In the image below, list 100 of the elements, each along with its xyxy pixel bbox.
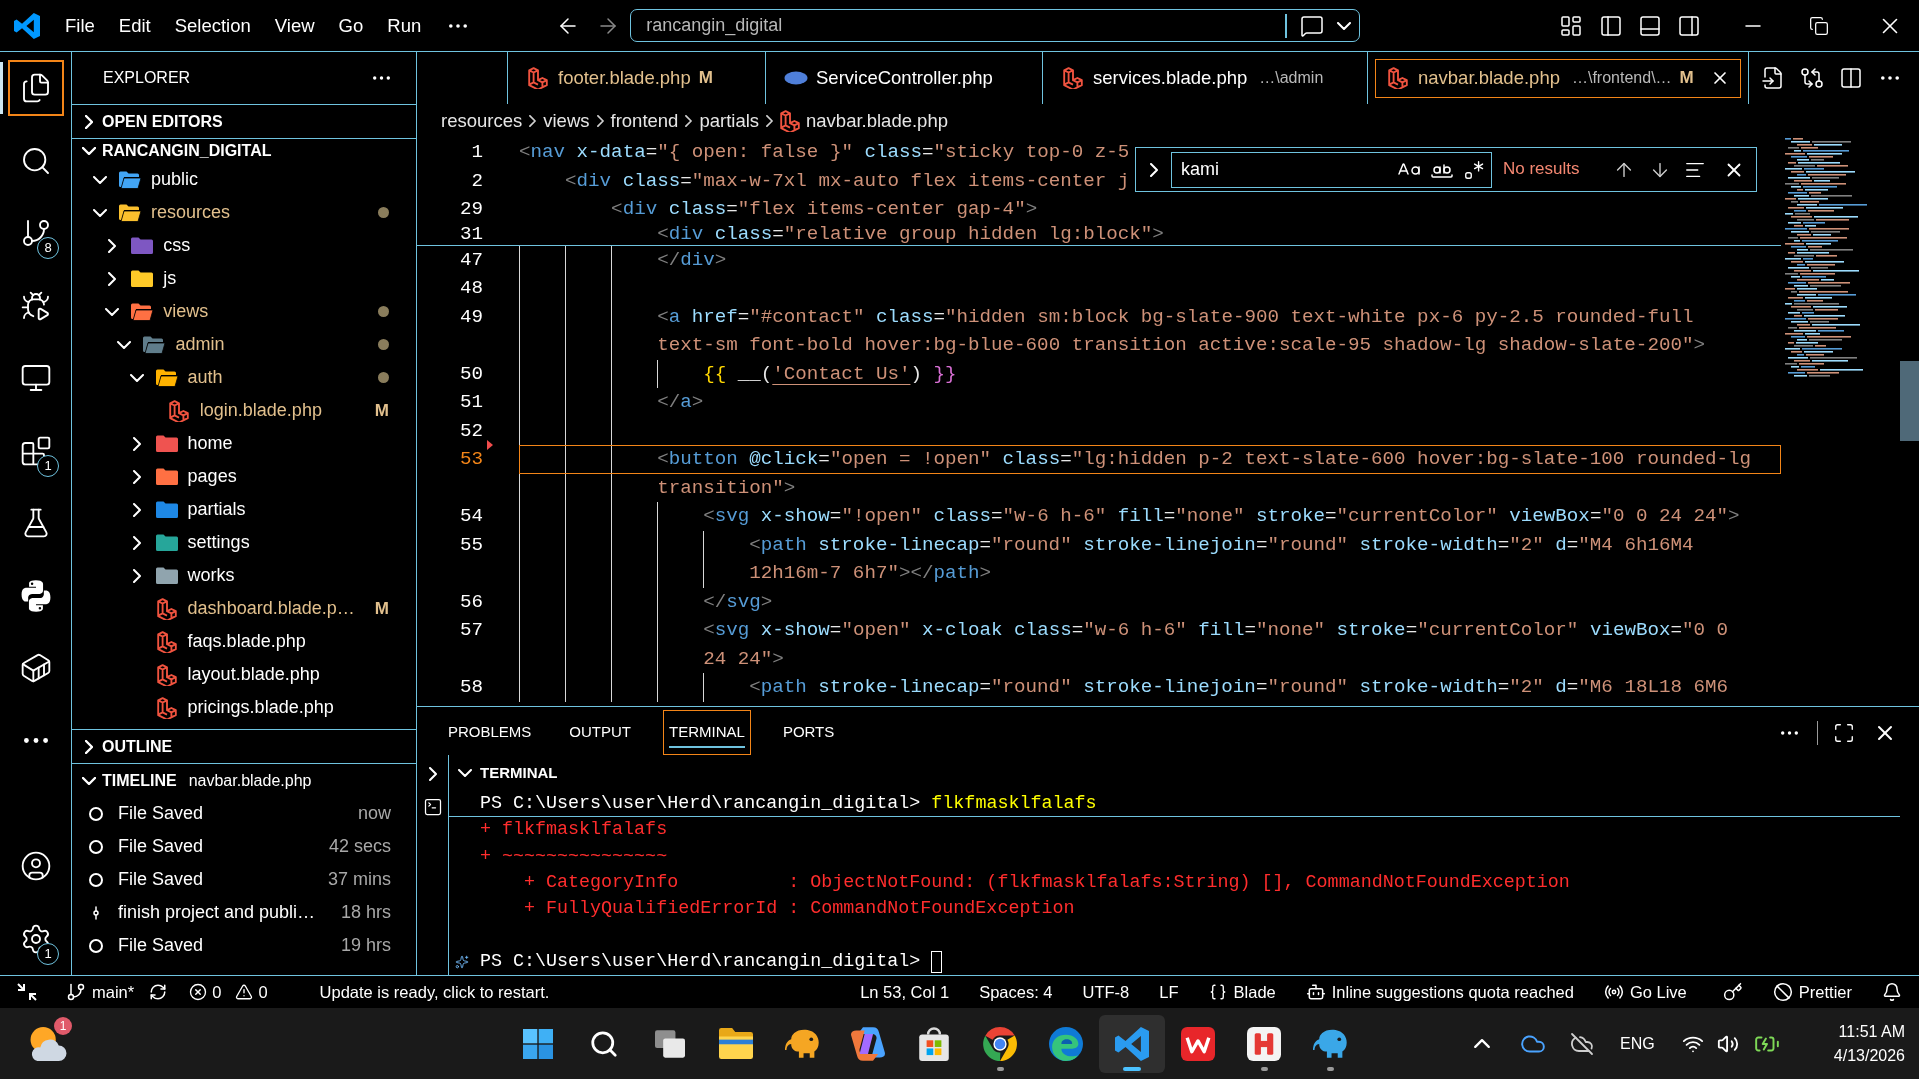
tree-item[interactable]: works	[72, 559, 416, 592]
maximize-icon[interactable]	[1833, 721, 1855, 744]
compare-arrows-icon[interactable]	[1800, 66, 1824, 90]
editor-tab[interactable]: ServiceController.php	[773, 58, 1035, 98]
status-item[interactable]: main*	[66, 979, 135, 1005]
chevron-down-icon[interactable]	[1337, 21, 1352, 30]
find-input[interactable]: kami	[1171, 151, 1492, 188]
tree-item[interactable]: auth	[72, 361, 416, 394]
status-item[interactable]: Update is ready, click to restart.	[319, 979, 550, 1005]
section-header[interactable]: TIMELINE navbar.blade.php	[72, 763, 416, 797]
menu-item[interactable]: View	[262, 8, 327, 43]
breadcrumb-item[interactable]: views	[543, 107, 590, 135]
timeline-item[interactable]: File Saved now	[72, 797, 416, 830]
panel-tab[interactable]: PROBLEMS	[442, 710, 538, 755]
command-center[interactable]: rancangin_digital	[630, 9, 1361, 42]
chat-icon[interactable]	[1300, 13, 1325, 38]
status-item[interactable]: Blade	[1208, 979, 1276, 1005]
status-item[interactable]: 0 0	[189, 979, 268, 1005]
more-icon	[23, 738, 48, 744]
timeline-item[interactable]: File Saved 42 secs	[72, 830, 416, 863]
status-item[interactable]: Prettier	[1772, 979, 1852, 1005]
clock-time[interactable]: 11:51 AM	[1838, 1019, 1905, 1044]
input-language[interactable]: ENG	[1620, 1031, 1655, 1056]
timeline-item[interactable]: File Saved 37 mins	[72, 863, 416, 896]
chevron-up-icon[interactable]	[1474, 1039, 1490, 1048]
tree-item[interactable]: pages	[72, 460, 416, 493]
more-icon[interactable]	[449, 23, 468, 28]
terminal-line: + CategoryInfo : ObjectNotFound: (flkfmasklfalafs:String) [], CommandNotFoundException	[524, 870, 1570, 895]
more-icon[interactable]	[373, 76, 390, 80]
taskbar-button[interactable]	[1099, 1014, 1165, 1073]
file-arrow-icon[interactable]	[1761, 66, 1785, 90]
tree-item[interactable]: public	[72, 163, 416, 196]
status-item[interactable]: Go Live	[1603, 979, 1687, 1005]
scrollbar-thumb[interactable]	[1900, 361, 1919, 441]
chevron-down-icon[interactable]	[458, 769, 472, 777]
clock-date[interactable]: 4/13/2026	[1833, 1043, 1905, 1068]
panel-left-icon[interactable]	[1599, 13, 1624, 38]
tree-item[interactable]: faqs.blade.php	[72, 625, 416, 658]
tree-item[interactable]: pricings.blade.php	[72, 691, 416, 724]
timeline-item[interactable]: finish project and publi… 18 hrs	[72, 896, 416, 929]
editor-tab[interactable]: services.blade.php …\admin	[1050, 58, 1360, 98]
chevron-right-icon[interactable]	[428, 767, 437, 781]
status-item[interactable]: Ln 53, Col 1	[860, 979, 950, 1005]
cubes-icon	[528, 67, 548, 89]
menu-item[interactable]: Edit	[106, 8, 163, 43]
columns-icon[interactable]	[1839, 66, 1863, 90]
section-header[interactable]: RANCANGIN_DIGITAL	[72, 138, 416, 163]
code-line: <path stroke-linecap="round" stroke-linejoin="round" stroke-width="2" d="M4 6h16M4 12h16m-7 6h7"></path>	[749, 532, 1695, 586]
restore-icon[interactable]	[1809, 15, 1830, 36]
tree-item[interactable]: admin	[72, 328, 416, 361]
menu-item[interactable]: File	[53, 8, 107, 43]
swirl-icon	[851, 1026, 885, 1061]
code-line: </div>	[657, 247, 727, 273]
tree-item[interactable]: partials	[72, 493, 416, 526]
panel-right-icon[interactable]	[1677, 13, 1702, 38]
section-header[interactable]: OPEN EDITORS	[72, 104, 416, 138]
tree-item[interactable]: views	[72, 295, 416, 328]
status-item[interactable]: Spaces: 4	[979, 979, 1053, 1005]
key-icon[interactable]	[1722, 982, 1743, 1002]
panel-tab[interactable]: PORTS	[776, 710, 841, 755]
tree-item[interactable]: js	[72, 262, 416, 295]
line-number: 29	[458, 197, 483, 222]
panel-tab[interactable]: OUTPUT	[563, 710, 638, 755]
breadcrumb-item[interactable]: resources	[441, 107, 523, 135]
tree-item[interactable]: dashboard.blade.p… M	[72, 592, 416, 625]
bell-icon[interactable]	[1882, 982, 1902, 1002]
panel-tab[interactable]: TERMINAL	[663, 710, 751, 755]
timeline-item[interactable]: File Saved 19 hrs	[72, 929, 416, 962]
menu-item[interactable]: Selection	[162, 8, 263, 43]
sync-icon[interactable]	[149, 983, 168, 1001]
regex-icon[interactable]	[1463, 158, 1485, 181]
grid-icon[interactable]	[1559, 13, 1584, 38]
menu-item[interactable]: Run	[375, 8, 434, 43]
more-icon[interactable]	[1881, 76, 1899, 80]
editor-tab[interactable]: navbar.blade.php …\frontend\… M	[1375, 58, 1741, 98]
cloud-off-icon[interactable]	[1570, 1031, 1594, 1056]
menu-item[interactable]: Go	[326, 8, 376, 43]
tree-item[interactable]: resources	[72, 196, 416, 229]
more-icon[interactable]	[1781, 730, 1798, 735]
chevron-right-icon[interactable]	[1150, 162, 1158, 177]
breadcrumb-item[interactable]: partials	[699, 107, 760, 135]
inward-arrows-icon[interactable]	[17, 983, 37, 1001]
panel-bottom-icon[interactable]	[1638, 13, 1663, 38]
activity-count: 1	[37, 454, 59, 477]
status-item[interactable]: Inline suggestions quota reached	[1305, 979, 1574, 1005]
activity-button[interactable]	[7, 60, 64, 117]
logo-icon[interactable]	[13, 12, 40, 39]
section-header[interactable]: OUTLINE	[72, 729, 416, 763]
terminal-icon[interactable]	[422, 797, 443, 817]
status-item[interactable]: UTF-8	[1082, 979, 1130, 1005]
status-item[interactable]: LF	[1159, 979, 1179, 1005]
tree-item[interactable]: settings	[72, 526, 416, 559]
editor-tab[interactable]: footer.blade.php M	[515, 58, 758, 98]
breadcrumb-item[interactable]: frontend	[610, 107, 679, 135]
breadcrumb-item[interactable]: navbar.blade.php	[780, 107, 948, 135]
git-status: M	[374, 399, 389, 422]
tree-item[interactable]: css	[72, 229, 416, 262]
tree-item[interactable]: login.blade.php M	[72, 394, 416, 427]
tree-item[interactable]: layout.blade.php	[72, 658, 416, 691]
tree-item[interactable]: home	[72, 427, 416, 460]
